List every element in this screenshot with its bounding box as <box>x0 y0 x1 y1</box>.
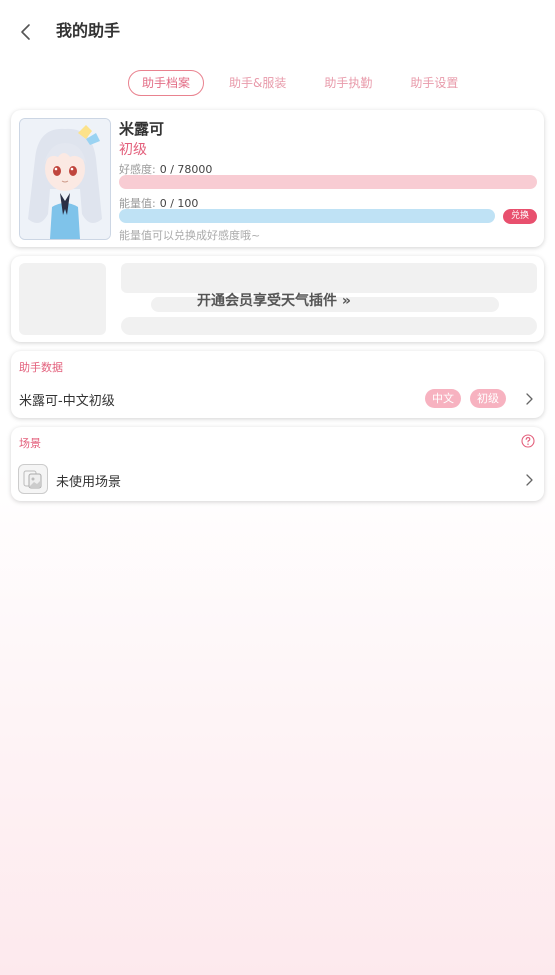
placeholder-image <box>19 263 106 335</box>
assistant-data-section-title: 助手数据 <box>19 361 63 374</box>
energy-bar <box>119 209 495 223</box>
tab-profile[interactable]: 助手档案 <box>128 70 205 96</box>
favorability-bar <box>119 175 537 189</box>
scene-card: 场景 未使用场景 <box>11 427 544 501</box>
tab-outfits[interactable]: 助手&服装 <box>216 70 299 96</box>
level-tag: 初级 <box>470 389 506 408</box>
energy-hint: 能量值可以兑换成好感度哦~ <box>119 229 261 242</box>
profile-card: 米露可 初级 好感度: 0 / 78000 能量值: 0 / 100 兑换 能量值可… <box>11 110 544 247</box>
assistant-name: 米露可 <box>119 120 165 138</box>
tab-settings[interactable]: 助手设置 <box>397 70 471 96</box>
tab-bar: 助手档案 助手&服装 助手执勤 助手设置 <box>128 70 483 96</box>
redeem-button[interactable]: 兑换 <box>503 209 537 224</box>
header: 我的助手 <box>0 0 555 62</box>
avatar[interactable] <box>19 118 111 240</box>
assistant-level: 初级 <box>119 142 147 158</box>
language-tag: 中文 <box>425 389 461 408</box>
scene-section-title: 场景 <box>19 437 41 450</box>
scene-label: 未使用场景 <box>56 475 122 490</box>
scene-thumbnail <box>18 464 48 494</box>
weather-plugin-promo-card[interactable]: 开通会员享受天气插件 » <box>11 256 544 342</box>
back-button[interactable] <box>12 18 40 46</box>
placeholder-line <box>121 317 537 335</box>
weather-promo-link[interactable]: 开通会员享受天气插件 » <box>197 290 351 310</box>
placeholder-line <box>121 263 537 293</box>
page-title: 我的助手 <box>56 21 121 40</box>
scene-row[interactable]: 未使用场景 <box>11 463 544 495</box>
assistant-data-row[interactable]: 米露可-中文初级 中文 初级 <box>11 385 544 413</box>
assistant-data-name: 米露可-中文初级 <box>19 394 115 409</box>
assistant-data-card: 助手数据 米露可-中文初级 中文 初级 <box>11 351 544 418</box>
question-circle-icon[interactable] <box>521 434 535 448</box>
tab-duty[interactable]: 助手执勤 <box>311 70 385 96</box>
chevron-right-icon <box>526 474 533 486</box>
chevron-left-icon <box>21 24 30 40</box>
assistant-portrait-image <box>20 119 110 239</box>
chevron-right-icon <box>526 393 533 405</box>
scene-image-icon <box>23 470 42 489</box>
